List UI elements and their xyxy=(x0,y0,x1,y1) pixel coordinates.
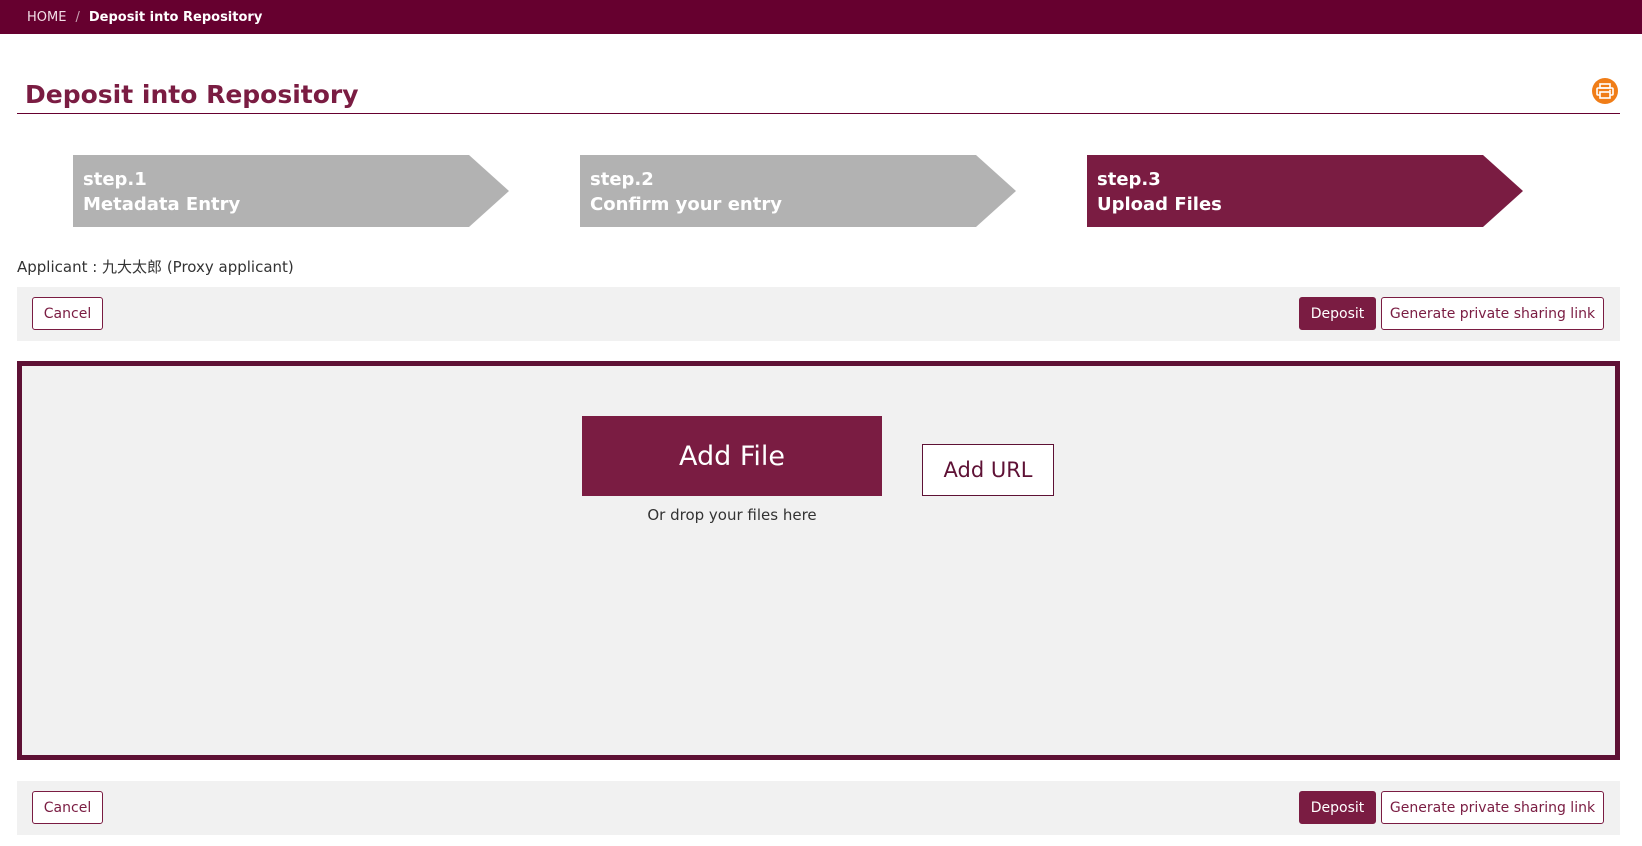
action-bar-top: Cancel Deposit Generate private sharing … xyxy=(17,287,1620,341)
add-url-button[interactable]: Add URL xyxy=(922,444,1054,496)
applicant-info: Applicant : 九大太郎 (Proxy applicant) xyxy=(17,258,294,276)
step-number: step.3 xyxy=(1097,169,1161,190)
printer-icon[interactable] xyxy=(1592,78,1618,104)
step-label: Confirm your entry xyxy=(590,194,782,215)
step-indicator-3: step.3 Upload Files xyxy=(1087,155,1523,227)
breadcrumb-current: Deposit into Repository xyxy=(88,9,263,25)
deposit-button[interactable]: Deposit xyxy=(1299,791,1376,824)
cancel-button[interactable]: Cancel xyxy=(32,297,103,330)
breadcrumb: HOME / Deposit into Repository xyxy=(0,0,1642,34)
step-number: step.1 xyxy=(83,169,147,190)
step-indicator-2: step.2 Confirm your entry xyxy=(580,155,1016,227)
step-number: step.2 xyxy=(590,169,654,190)
generate-sharing-link-button[interactable]: Generate private sharing link xyxy=(1381,791,1604,824)
page-header: Deposit into Repository xyxy=(17,78,1620,114)
add-file-button[interactable]: Add File xyxy=(582,416,882,496)
step-label: Upload Files xyxy=(1097,194,1222,215)
breadcrumb-separator: / xyxy=(75,9,80,25)
step-label: Metadata Entry xyxy=(83,194,241,215)
file-drop-zone[interactable]: Add File Or drop your files here Add URL xyxy=(17,361,1620,760)
step-indicator-1: step.1 Metadata Entry xyxy=(73,155,509,227)
action-bar-bottom: Cancel Deposit Generate private sharing … xyxy=(17,781,1620,835)
breadcrumb-home-link[interactable]: HOME xyxy=(27,10,66,25)
cancel-button[interactable]: Cancel xyxy=(32,791,103,824)
generate-sharing-link-button[interactable]: Generate private sharing link xyxy=(1381,297,1604,330)
deposit-button[interactable]: Deposit xyxy=(1299,297,1376,330)
page-title: Deposit into Repository xyxy=(25,80,359,109)
drop-hint-text: Or drop your files here xyxy=(647,506,817,524)
